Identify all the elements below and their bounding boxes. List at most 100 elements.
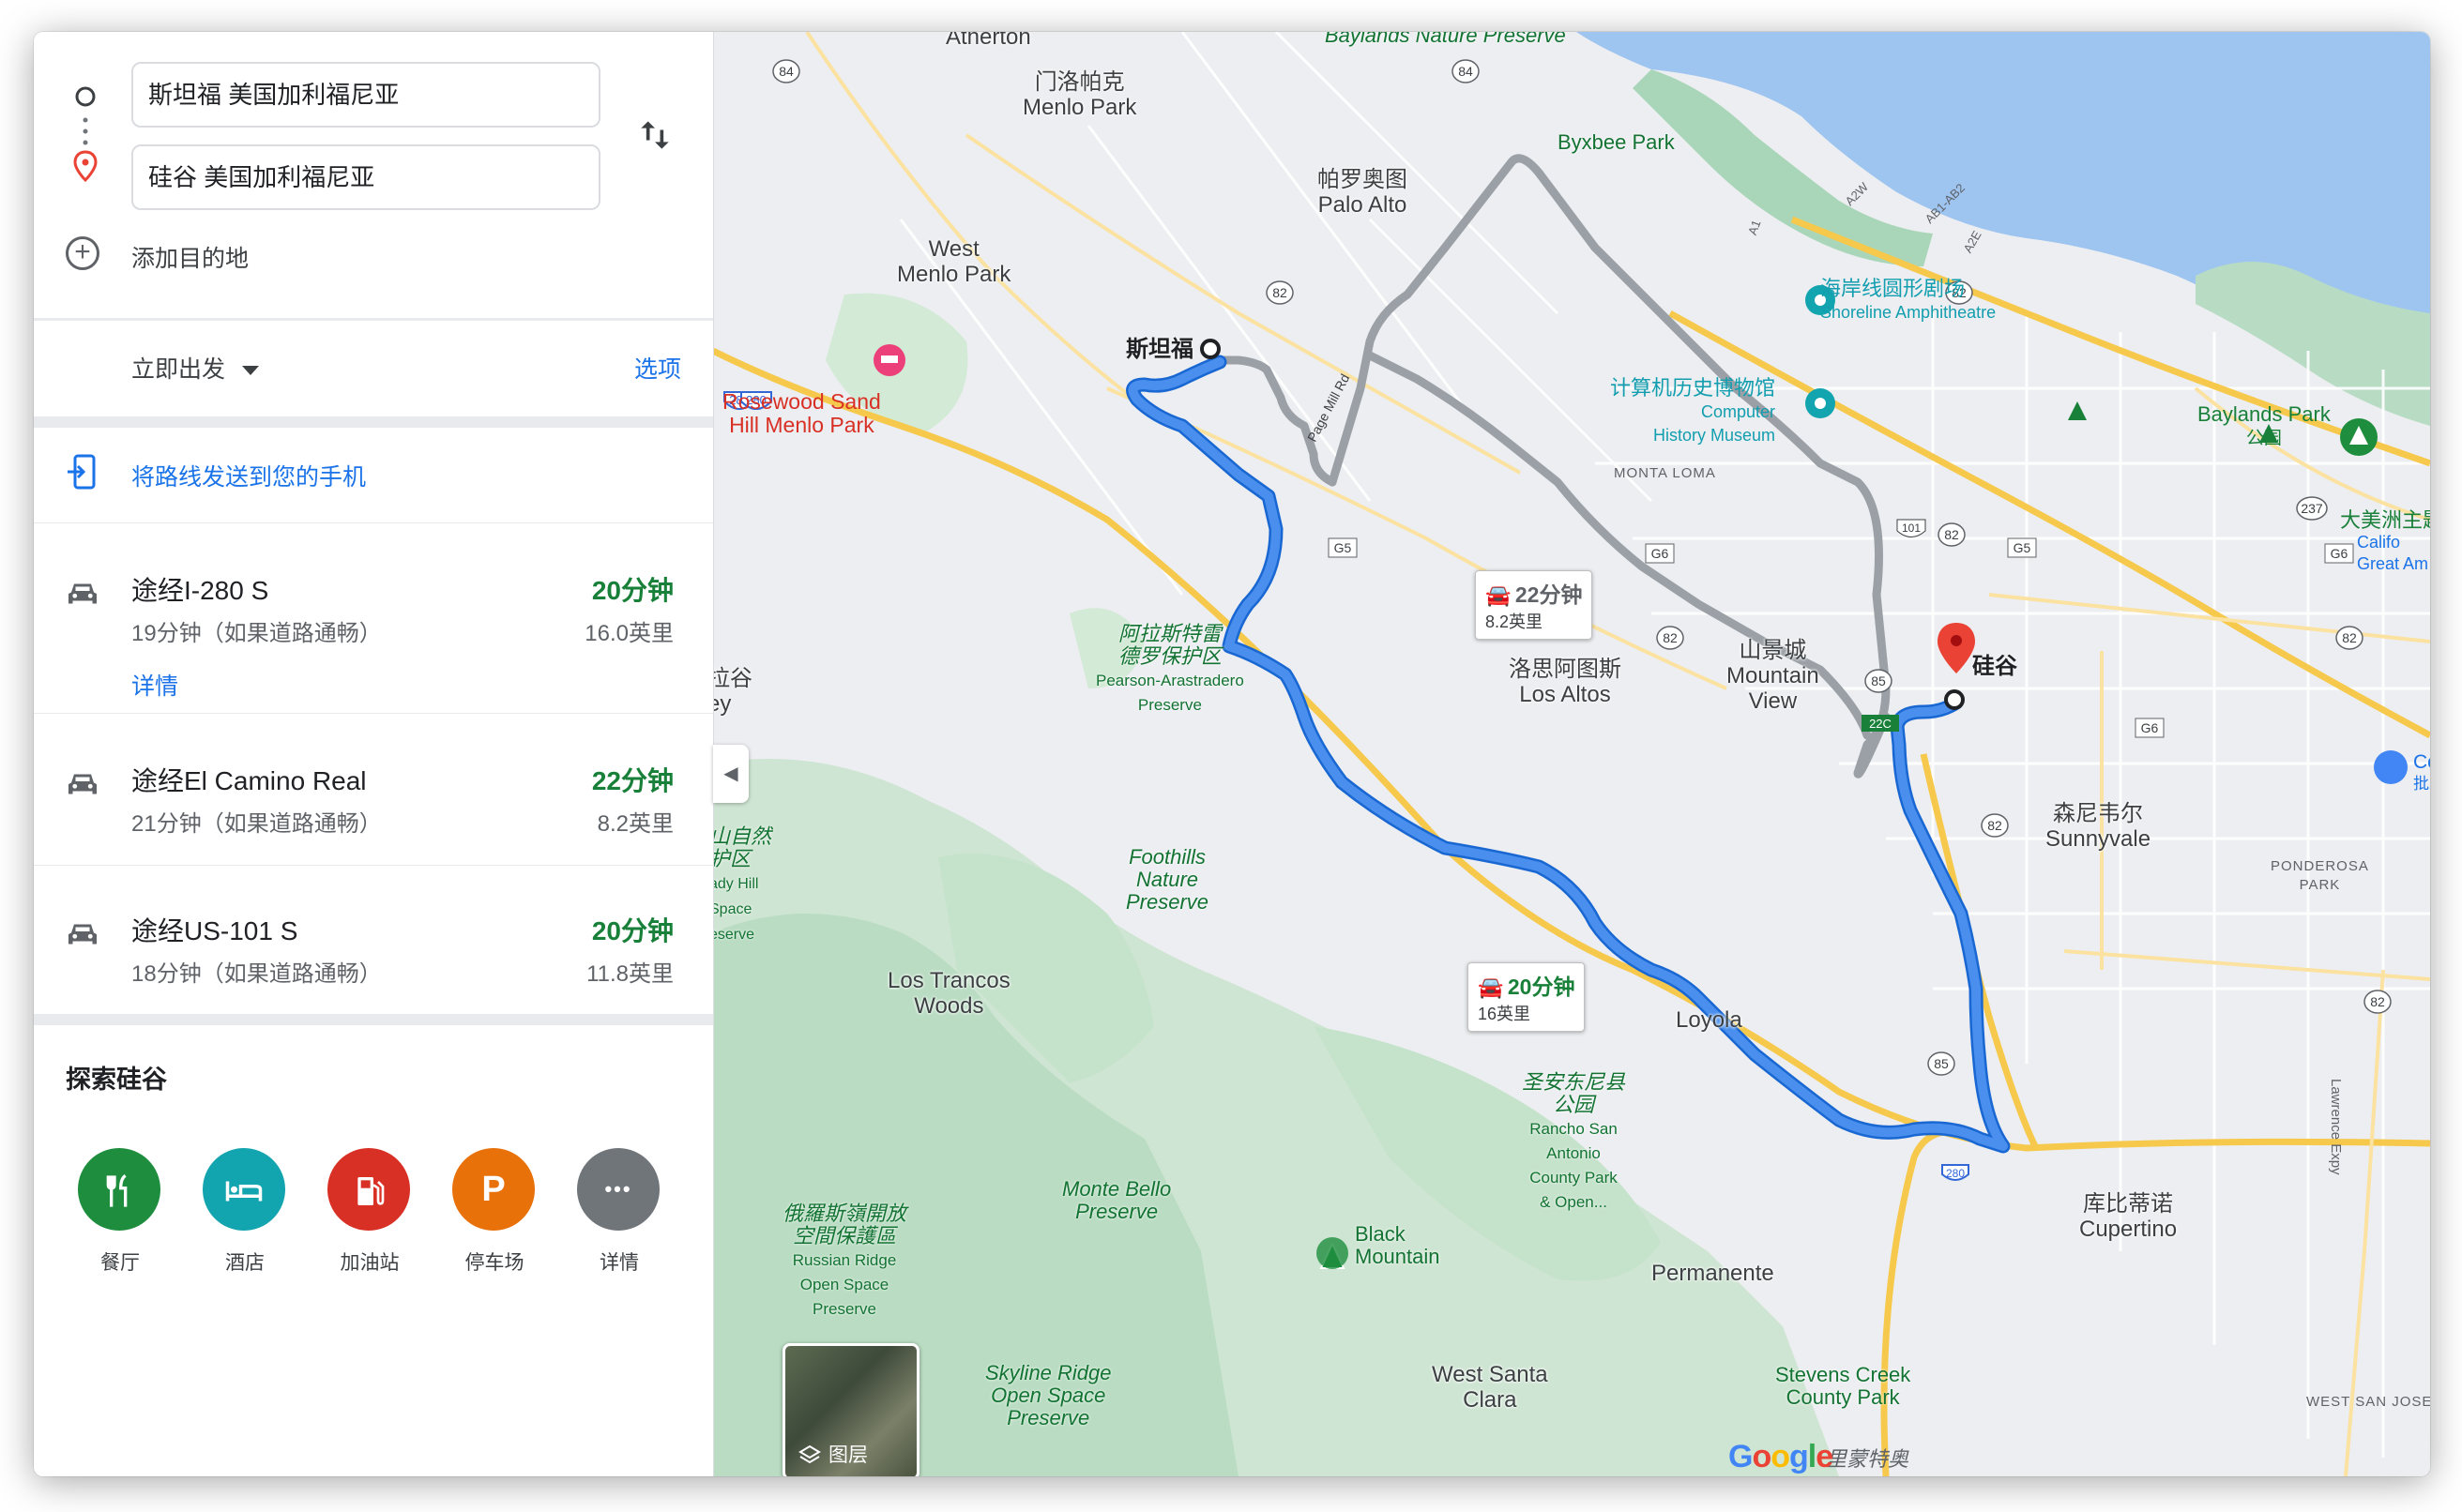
route-subtitle: 19分钟（如果道路通畅） bbox=[131, 621, 382, 646]
park-label-en: Pearson-Arastradero bbox=[1096, 672, 1244, 689]
route-badge-alt[interactable]: 🚘 22分钟 8.2英里 bbox=[1475, 570, 1593, 640]
park-label: 圣安东尼县 公园 Rancho San Antonio County Park & Ope… bbox=[1522, 1071, 1625, 1214]
poi-label: 海岸线圆形剧场 Shoreline Amphitheatre bbox=[1820, 278, 1996, 324]
send-to-phone-icon bbox=[68, 454, 96, 490]
place-label: 门洛帕克 Menlo Park bbox=[1023, 69, 1136, 120]
poi-label-cn: 大美洲主题 bbox=[2340, 508, 2430, 532]
explore-title: 探索硅谷 bbox=[66, 1066, 167, 1094]
place-label: 拉谷 ey bbox=[713, 666, 752, 717]
more-icon: ••• bbox=[577, 1148, 660, 1231]
park-label-cn: 公园 bbox=[1553, 1093, 1595, 1116]
place-label-en: Cupertino bbox=[2079, 1217, 2178, 1242]
park-label-line: Skyline Ridge bbox=[985, 1361, 1112, 1384]
park-label: 山自然 护区 ady Hill Space eserve bbox=[713, 825, 771, 946]
place-label-line: Clara bbox=[1463, 1387, 1517, 1413]
poi-label: Rosewood Sand Hill Menlo Park bbox=[722, 390, 881, 437]
poi-label-en: Computer bbox=[1700, 402, 1776, 421]
park-label-en: & Open... bbox=[1540, 1193, 1607, 1211]
poi-label-en: Baylands Park bbox=[2197, 402, 2331, 426]
add-destination-icon[interactable]: + bbox=[66, 236, 99, 270]
park-label-cn: 阿拉斯特雷 bbox=[1117, 622, 1222, 645]
place-label: MONTA LOMA bbox=[1614, 465, 1716, 481]
park-label-line: 山自然 bbox=[713, 824, 772, 848]
origin-marker[interactable] bbox=[1200, 339, 1221, 359]
park-label-en: Antonio bbox=[1546, 1144, 1601, 1162]
collapse-panel-button[interactable]: ◀ bbox=[713, 745, 749, 803]
badge-distance: 16英里 bbox=[1478, 1005, 1531, 1023]
route-title: 途经US-101 S bbox=[131, 916, 298, 945]
place-label: West Menlo Park bbox=[897, 236, 1011, 287]
category-label: 酒店 bbox=[225, 1252, 265, 1274]
destination-label: 硅谷 bbox=[1972, 654, 2017, 679]
park-label-en: County Park bbox=[1529, 1169, 1618, 1187]
poi-label-en: Great Am bbox=[2357, 554, 2429, 573]
place-label: Baylands Nature Preserve bbox=[1325, 32, 1566, 47]
place-label: West Santa Clara bbox=[1432, 1362, 1548, 1413]
place-label-en: Menlo Park bbox=[897, 262, 1011, 287]
park-label-line: Space bbox=[713, 901, 752, 917]
park-label-cn: 德罗保护区 bbox=[1117, 644, 1222, 668]
place-label-cn: 库比蒂诺 bbox=[2083, 1191, 2174, 1217]
car-icon: 🚘 bbox=[1478, 975, 1504, 999]
poi-label: Baylands Park 公园 bbox=[2197, 403, 2331, 450]
place-label: 森尼韦尔 Sunnyvale bbox=[2045, 801, 2150, 852]
svg-text:82: 82 bbox=[1944, 527, 1959, 542]
place-label-en: Mountain bbox=[1726, 663, 1819, 688]
place-label-cn: 森尼韦尔 bbox=[2053, 801, 2144, 826]
place-label: 洛思阿图斯 Los Altos bbox=[1509, 657, 1621, 707]
destination-input[interactable]: 硅谷 美国加利福尼亚 bbox=[131, 144, 600, 210]
map-canvas[interactable]: 84 82 280 G5 G6 82 101 85 22C 82 G6 237 … bbox=[713, 32, 2430, 1476]
options-button[interactable]: 选项 bbox=[634, 351, 681, 385]
park-label: 阿拉斯特雷 德罗保护区 Pearson-Arastradero Preserve bbox=[1096, 623, 1244, 717]
poi-label: 大美洲主题Califo Great Am bbox=[2340, 510, 2430, 574]
car-icon bbox=[68, 583, 97, 604]
park-label-en: Russian Ridge bbox=[792, 1251, 897, 1269]
category-restaurants[interactable]: 餐厅 bbox=[78, 1148, 162, 1276]
park-label-en: Preserve bbox=[1137, 696, 1202, 714]
layers-icon bbox=[798, 1444, 821, 1464]
park-label: 俄羅斯嶺開放 空間保護區 Russian Ridge Open Space Preser… bbox=[783, 1202, 906, 1321]
divider bbox=[34, 318, 713, 321]
category-parking[interactable]: P 停车场 bbox=[452, 1148, 537, 1276]
park-label: Black Mountain bbox=[1355, 1223, 1440, 1268]
origin-input[interactable]: 斯坦福 美国加利福尼亚 bbox=[131, 62, 600, 128]
place-label-line: PONDEROSA bbox=[2271, 858, 2369, 874]
category-hotels[interactable]: 酒店 bbox=[203, 1148, 287, 1276]
depart-now-dropdown[interactable]: 立即出发 bbox=[131, 351, 260, 385]
route-option[interactable]: 途经I-280 S 19分钟（如果道路通畅） 20分钟 16.0英里 详情 bbox=[34, 523, 713, 711]
origin-label: 斯坦福 bbox=[1126, 337, 1193, 362]
route-option[interactable]: 途经El Camino Real 21分钟（如果道路通畅） 22分钟 8.2英里 bbox=[34, 714, 713, 864]
svg-text:84: 84 bbox=[1458, 64, 1473, 79]
route-badge-selected[interactable]: 🚘 20分钟 16英里 bbox=[1467, 962, 1586, 1032]
place-label-cn: West bbox=[928, 236, 980, 262]
category-label: 详情 bbox=[600, 1252, 639, 1274]
poi-label-line: Cost bbox=[2413, 751, 2430, 773]
place-label-en: View bbox=[1748, 688, 1798, 714]
restaurant-icon bbox=[78, 1148, 160, 1231]
layers-button[interactable]: 图层 bbox=[783, 1343, 919, 1476]
park-label-line: County Park bbox=[1786, 1385, 1900, 1409]
park-label-line: ady Hill bbox=[713, 876, 759, 892]
send-to-phone-link[interactable]: 将路线发送到您的手机 bbox=[131, 459, 366, 492]
place-label-cn: 山景城 bbox=[1739, 638, 1807, 663]
poi-label-line: Hill Menlo Park bbox=[729, 413, 874, 437]
route-subtitle: 18分钟（如果道路通畅） bbox=[131, 961, 382, 987]
category-more[interactable]: ••• 详情 bbox=[577, 1148, 661, 1276]
directions-panel: 斯坦福 美国加利福尼亚 硅谷 美国加利福尼亚 + 添加目的地 立即出发 选项 将… bbox=[34, 32, 714, 1476]
poi-label: Cost 批发市 bbox=[2413, 752, 2430, 794]
place-label-line: Los Trancos bbox=[888, 968, 1011, 993]
category-gas[interactable]: 加油站 bbox=[327, 1148, 412, 1276]
place-label-en: Palo Alto bbox=[1317, 192, 1407, 218]
route-title: 途经El Camino Real bbox=[131, 766, 367, 795]
add-destination-link[interactable]: 添加目的地 bbox=[131, 240, 249, 274]
route-details-link[interactable]: 详情 bbox=[131, 668, 178, 702]
road-label: Lawrence Expy bbox=[2328, 1079, 2344, 1175]
category-label: 停车场 bbox=[464, 1252, 524, 1274]
route-subtitle: 21分钟（如果道路通畅） bbox=[131, 811, 382, 837]
route-option[interactable]: 途经US-101 S 18分钟（如果道路通畅） 20分钟 11.8英里 bbox=[34, 866, 713, 1016]
park-label-line: Preserve bbox=[1126, 890, 1209, 914]
swap-icon[interactable] bbox=[634, 114, 676, 156]
park-label: Foothills Nature Preserve bbox=[1126, 846, 1208, 914]
depart-label: 立即出发 bbox=[131, 356, 226, 383]
park-label-cn: 圣安东尼县 bbox=[1522, 1070, 1626, 1094]
